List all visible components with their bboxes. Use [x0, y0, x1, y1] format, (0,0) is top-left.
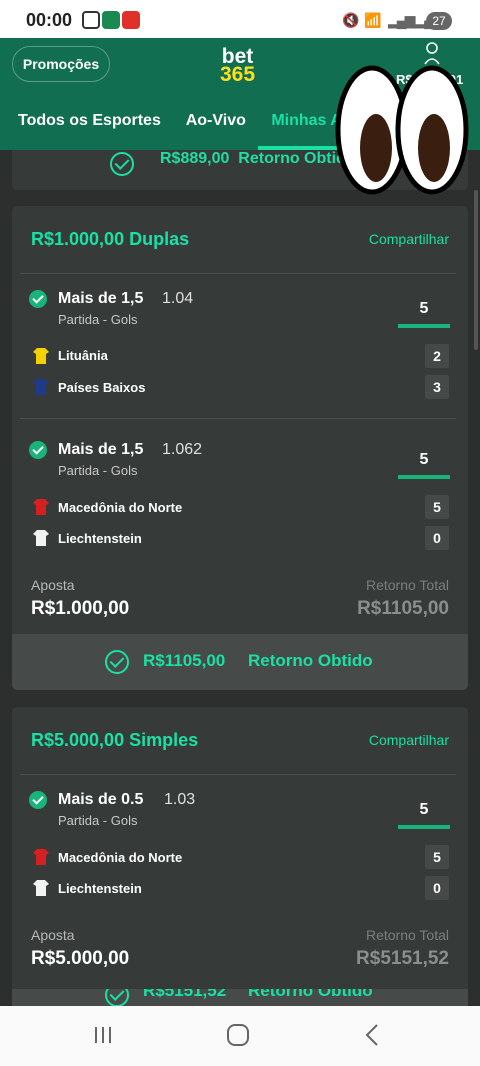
- return-value: R$5151,52: [143, 989, 227, 1000]
- return-total-label: Retorno Total: [365, 927, 449, 943]
- share-button[interactable]: Compartilhar: [369, 732, 449, 748]
- return-label: Retorno Obtido: [248, 989, 373, 1000]
- screenshot-icon: [82, 11, 100, 29]
- progress-bar: [398, 324, 450, 328]
- team-score: 2: [425, 344, 449, 368]
- status-time: 00:00: [26, 10, 73, 30]
- team-score: 5: [425, 845, 449, 869]
- bet-card: R$5.000,00 Simples Compartilhar Mais de …: [12, 707, 468, 1007]
- share-button[interactable]: Compartilhar: [369, 231, 449, 247]
- system-nav-bar: [0, 1006, 480, 1066]
- stake-amount: R$5.000,00: [31, 948, 130, 969]
- back-icon[interactable]: [362, 1023, 382, 1047]
- tab-live[interactable]: Ao-Vivo: [186, 112, 246, 129]
- bet365-logo[interactable]: bet 365: [220, 46, 256, 86]
- team-name: Lituânia: [58, 348, 108, 363]
- team-name: Liechtenstein: [58, 881, 142, 896]
- battery-icon: 27: [426, 12, 452, 30]
- market-name: Partida - Gols: [58, 463, 138, 478]
- home-icon[interactable]: [226, 1023, 250, 1047]
- jersey-yellow-icon: [33, 348, 49, 364]
- divider: [20, 418, 456, 419]
- jersey-red-icon: [33, 499, 49, 515]
- jersey-blue-icon: [33, 379, 49, 395]
- check-circle-icon: [105, 989, 129, 1007]
- check-icon: [29, 441, 47, 459]
- jersey-red-icon: [33, 849, 49, 865]
- check-circle-icon: [105, 650, 129, 674]
- previous-return-value: R$889,00 Retorno Obtido: [160, 150, 356, 167]
- total-goals: 5: [419, 801, 429, 818]
- return-total-amount: R$1105,00: [357, 598, 449, 619]
- tab-all-sports[interactable]: Todos os Esportes: [18, 112, 161, 129]
- bet-title: R$1.000,00 Duplas: [31, 229, 190, 249]
- logo-bottom: 365: [220, 63, 256, 86]
- market-name: Partida - Gols: [58, 312, 138, 327]
- bet365-notification-icon: [102, 11, 120, 29]
- stake-label: Aposta: [31, 927, 75, 943]
- promotions-button[interactable]: Promoções: [12, 46, 110, 82]
- selection-odds: 1.062: [162, 441, 203, 458]
- team-name: Macedônia do Norte: [58, 500, 183, 515]
- return-value: R$1105,00: [143, 651, 226, 670]
- bet-card: R$1.000,00 Duplas Compartilhar Mais de 1…: [12, 206, 468, 690]
- status-bar: 00:00 🔇 📶 ▂▄▆ ▂▄▆ 27: [0, 0, 480, 38]
- total-goals: 5: [419, 451, 429, 468]
- team-score: 3: [425, 375, 449, 399]
- bet-title: R$5.000,00 Simples: [31, 730, 199, 750]
- stake-amount: R$1.000,00: [31, 598, 130, 619]
- check-circle-icon: [110, 152, 134, 176]
- team-name: Países Baixos: [58, 380, 146, 395]
- check-icon: [29, 791, 47, 809]
- team-name: Liechtenstein: [58, 531, 142, 546]
- selection-name: Mais de 0.5: [58, 791, 144, 808]
- stake-label: Aposta: [31, 577, 75, 593]
- cartoon-eyes-sticker: [335, 65, 469, 195]
- divider: [20, 774, 456, 775]
- return-footer: R$5151,52 Retorno Obtido: [12, 989, 468, 1007]
- scrollbar[interactable]: [474, 190, 478, 350]
- progress-bar: [398, 475, 450, 479]
- selection-odds: 1.03: [164, 791, 196, 808]
- total-goals: 5: [419, 300, 429, 317]
- selection-name: Mais de 1,5: [58, 441, 144, 458]
- app-notification-icon: [122, 11, 140, 29]
- team-score: 0: [425, 876, 449, 900]
- team-score: 0: [425, 526, 449, 550]
- team-score: 5: [425, 495, 449, 519]
- check-icon: [29, 290, 47, 308]
- team-name: Macedônia do Norte: [58, 850, 183, 865]
- mute-icon: 🔇: [342, 12, 360, 28]
- selection-odds: 1.04: [162, 290, 194, 307]
- return-label: Retorno Obtido: [248, 651, 373, 670]
- return-footer: R$1105,00 Retorno Obtido: [12, 634, 468, 690]
- progress-bar: [398, 825, 450, 829]
- wifi-icon: 📶: [364, 12, 382, 28]
- jersey-white-icon: [33, 880, 49, 896]
- jersey-white-icon: [33, 530, 49, 546]
- return-total-label: Retorno Total: [365, 577, 449, 593]
- recent-apps-icon[interactable]: [92, 1024, 114, 1046]
- divider: [20, 273, 456, 274]
- return-total-amount: R$5151,52: [356, 948, 449, 969]
- market-name: Partida - Gols: [58, 813, 138, 828]
- selection-name: Mais de 1,5: [58, 290, 144, 307]
